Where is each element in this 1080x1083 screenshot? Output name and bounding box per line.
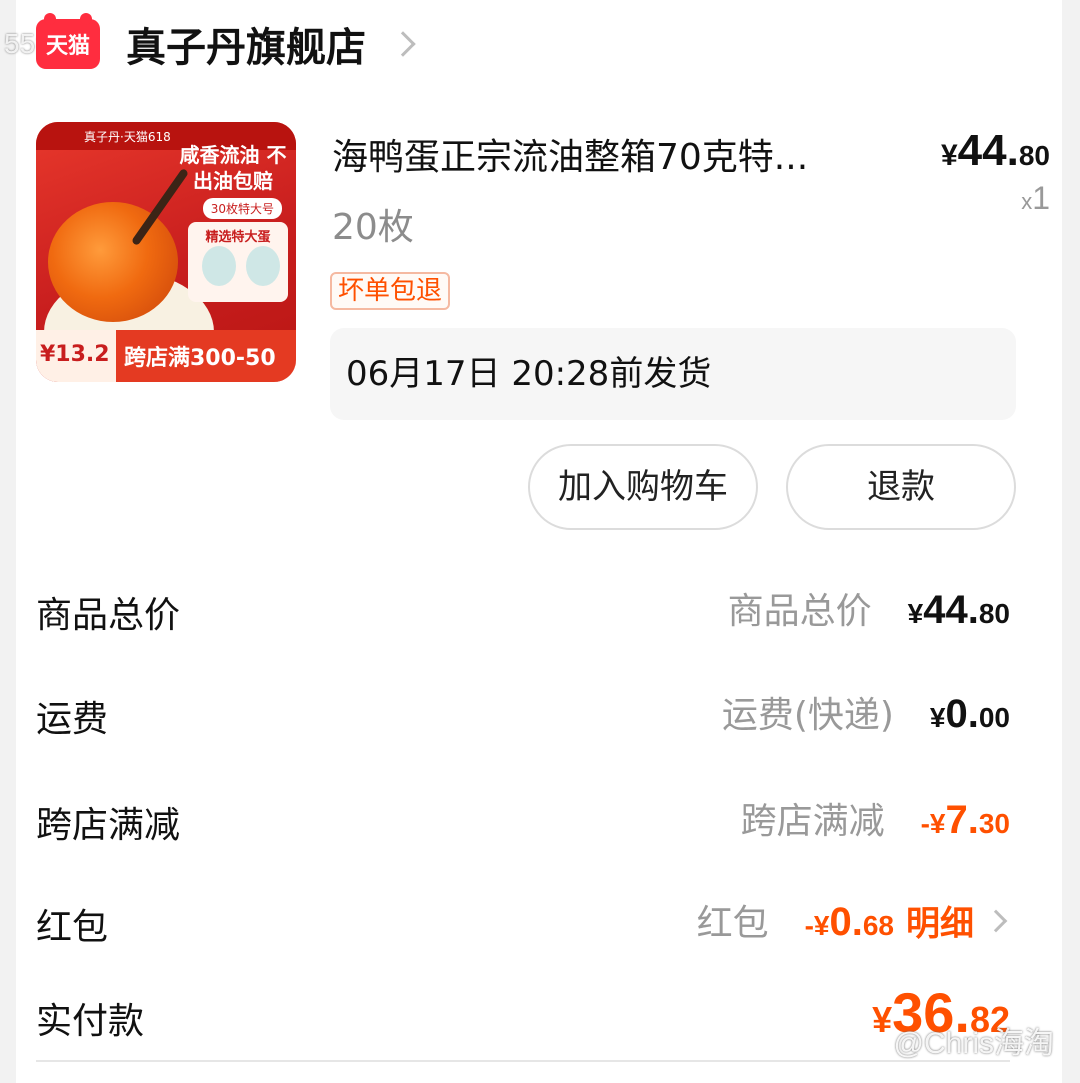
row-amount: ¥44.80: [908, 588, 1010, 633]
refund-button[interactable]: 退款: [786, 444, 1016, 530]
image-feature-text: 精选特大蛋: [205, 230, 271, 245]
row-label: 商品总价: [36, 595, 181, 636]
tmall-logo-icon: 天猫: [36, 13, 100, 69]
row-label: 跨店满减: [36, 805, 181, 846]
product-price: ¥44.80: [941, 126, 1050, 176]
price-decimal: 80: [1018, 140, 1050, 171]
amount-integer: 7.: [945, 798, 979, 842]
summary-row-red-packet[interactable]: 红包 红包 -¥0.68 明细: [36, 886, 1010, 956]
amount-integer: 0.: [945, 692, 979, 736]
tmall-logo-text: 天猫: [45, 34, 90, 59]
amount-currency: ¥: [872, 999, 893, 1040]
row-amount: -¥0.68: [805, 900, 894, 945]
amount-currency: ¥: [929, 808, 946, 839]
mini-egg-shape: [246, 246, 280, 286]
amount-decimal: 68: [862, 910, 894, 941]
row-label: 实付款: [36, 1001, 145, 1042]
image-bottom-bar: ¥13.2 跨店满300-50: [36, 330, 296, 382]
mini-egg-shape: [202, 246, 236, 286]
row-amount: -¥7.30: [921, 798, 1010, 843]
image-bottom-price: ¥13.2: [40, 342, 110, 367]
chevron-right-icon[interactable]: [390, 31, 416, 57]
quantity-x: x: [1021, 189, 1033, 214]
product-title[interactable]: 海鸭蛋正宗流油整箱70克特...: [332, 128, 872, 180]
product-image[interactable]: 真子丹·天猫618 咸香流油 不出油包赔 30枚特大号 精选特大蛋 ¥13.2 …: [36, 122, 296, 382]
summary-row-total-price: 商品总价 商品总价 ¥44.80: [36, 574, 1010, 644]
summary-row-cross-store-discount: 跨店满减 跨店满减 -¥7.30: [36, 784, 1010, 854]
row-label: 红包: [36, 907, 109, 948]
row-sub-label: 运费(快递): [721, 695, 894, 736]
amount-sign: -: [920, 808, 930, 839]
shipping-notice: 06月17日 20:28前发货: [330, 328, 1016, 420]
amount-decimal: 00: [978, 702, 1010, 733]
image-bottom-banner: 跨店满300-50: [116, 330, 296, 382]
amount-sign: -: [804, 910, 814, 941]
shop-header[interactable]: 天猫 真子丹旗舰店: [36, 13, 416, 74]
price-currency: ¥: [940, 139, 958, 172]
summary-row-paid: 实付款 ¥36.82: [36, 980, 1010, 1050]
row-label: 运费: [36, 699, 109, 740]
egg-yolk-shape: [48, 202, 178, 322]
image-size-tag: 30枚特大号: [202, 198, 282, 219]
row-sub-label: 商品总价: [727, 591, 872, 632]
amount-integer: 44.: [923, 588, 979, 632]
detail-link[interactable]: 明细: [906, 896, 974, 945]
row-amount: ¥0.00: [930, 692, 1010, 737]
row-sub-label: 跨店满减: [740, 801, 885, 842]
product-spec: 20枚: [332, 207, 414, 248]
amount-integer: 0.: [829, 900, 863, 944]
price-integer: 44.: [957, 126, 1019, 175]
amount-decimal: 80: [978, 598, 1010, 629]
add-to-cart-button[interactable]: 加入购物车: [528, 444, 758, 530]
quantity-count: 1: [1032, 180, 1050, 216]
watermark-right: @Chris海淘: [893, 1027, 1054, 1060]
amount-currency: ¥: [813, 910, 830, 941]
amount-decimal: 30: [978, 808, 1010, 839]
divider: [36, 1060, 1010, 1062]
guarantee-badge: 坏单包退: [330, 272, 451, 310]
image-promo-text: 咸香流油 不出油包赔: [179, 143, 287, 193]
amount-currency: ¥: [929, 702, 946, 733]
amount-currency: ¥: [907, 598, 924, 629]
product-quantity: x1: [1021, 180, 1050, 217]
summary-row-shipping: 运费 运费(快递) ¥0.00: [36, 678, 1010, 748]
chevron-right-icon[interactable]: [984, 909, 1008, 933]
row-sub-label: 红包: [696, 903, 769, 944]
shop-name[interactable]: 真子丹旗舰店: [126, 15, 366, 73]
